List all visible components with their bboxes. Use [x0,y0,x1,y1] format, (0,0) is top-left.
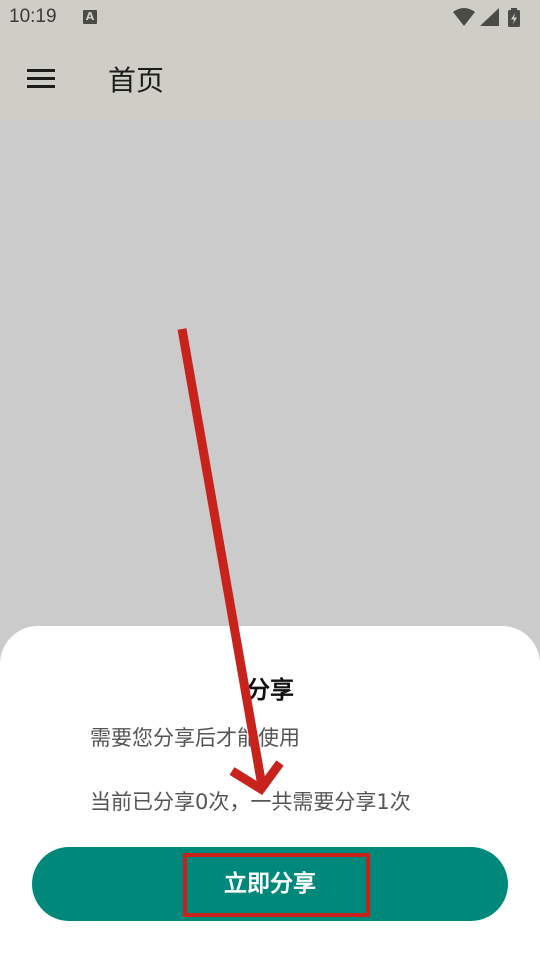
hamburger-menu-icon[interactable] [20,58,62,100]
status-bar: 10:19 A [0,0,540,36]
page-title: 首页 [108,64,165,97]
app-screen: 10:19 A 首页 分享 需要您分享后才能使用 当前已分享0次，一共需要分享1… [0,0,540,960]
dialog-message: 需要您分享后才能使用 [90,726,300,750]
app-toolbar: 首页 [0,36,540,120]
status-time: 10:19 [9,6,57,27]
share-count-text: 当前已分享0次，一共需要分享1次 [90,790,411,814]
dialog-title: 分享 [246,676,294,704]
status-icons [453,8,520,27]
signal-icon [480,8,499,26]
share-now-label: 立即分享 [224,871,316,897]
battery-charging-icon [508,8,520,27]
share-now-button[interactable]: 立即分享 [32,847,508,921]
notification-a-icon: A [83,10,97,24]
share-dialog: 分享 需要您分享后才能使用 当前已分享0次，一共需要分享1次 立即分享 [0,626,540,960]
wifi-icon [453,8,475,26]
